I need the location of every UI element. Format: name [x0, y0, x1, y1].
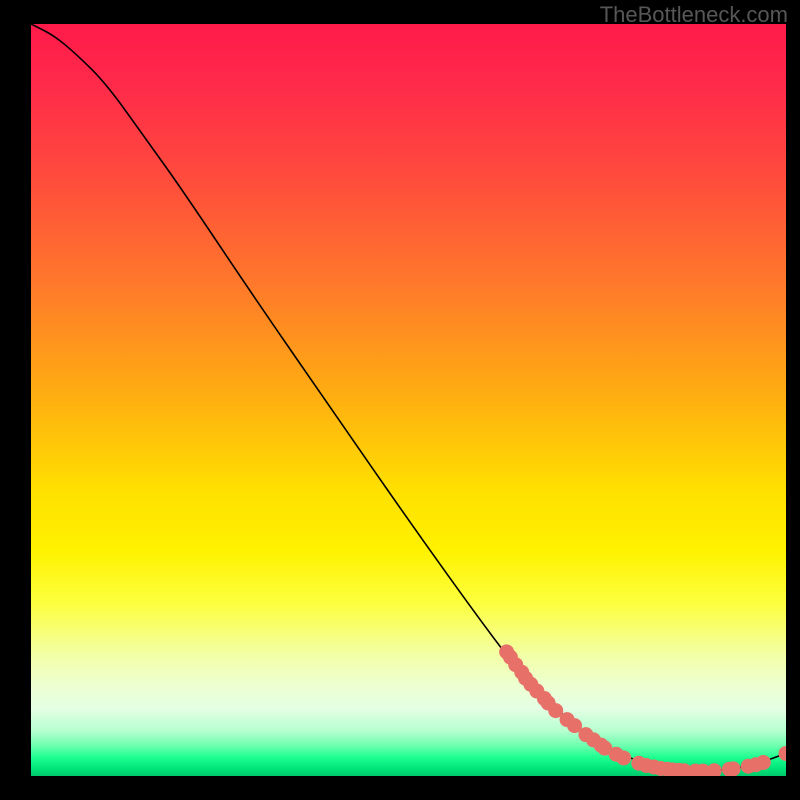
chart-marker — [616, 750, 631, 765]
chart-marker — [707, 763, 722, 776]
chart-curve — [31, 24, 786, 771]
chart-marker — [779, 746, 787, 761]
chart-markers — [499, 644, 786, 776]
chart-overlay — [31, 24, 786, 776]
watermark-text: TheBottleneck.com — [600, 2, 788, 28]
chart-plot-area — [31, 24, 786, 776]
chart-marker — [726, 761, 741, 776]
chart-marker — [756, 755, 771, 770]
